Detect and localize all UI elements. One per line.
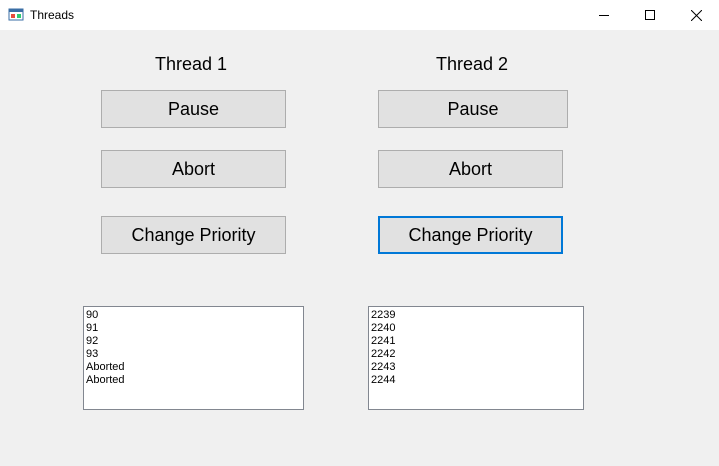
window-title: Threads xyxy=(30,8,75,22)
thread2-pause-button[interactable]: Pause xyxy=(378,90,568,128)
list-item[interactable]: 93 xyxy=(86,348,301,361)
maximize-icon xyxy=(645,10,655,20)
maximize-button[interactable] xyxy=(627,0,673,30)
list-item[interactable]: 92 xyxy=(86,335,301,348)
list-item[interactable]: 90 xyxy=(86,309,301,322)
list-item[interactable]: 2241 xyxy=(371,335,581,348)
title-bar[interactable]: Threads xyxy=(0,0,719,30)
list-item[interactable]: 2240 xyxy=(371,322,581,335)
app-icon[interactable] xyxy=(8,7,24,23)
thread1-abort-button[interactable]: Abort xyxy=(101,150,286,188)
list-item[interactable]: 2243 xyxy=(371,361,581,374)
list-item[interactable]: 2244 xyxy=(371,374,581,387)
thread2-output-list[interactable]: 2239 2240 2241 2242 2243 2244 xyxy=(368,306,584,410)
thread1-output-list[interactable]: 90 91 92 93 Aborted Aborted xyxy=(83,306,304,410)
thread2-change-priority-button[interactable]: Change Priority xyxy=(378,216,563,254)
thread1-pause-button[interactable]: Pause xyxy=(101,90,286,128)
thread1-change-priority-button[interactable]: Change Priority xyxy=(101,216,286,254)
thread2-heading: Thread 2 xyxy=(436,54,509,74)
close-icon xyxy=(690,9,702,21)
minimize-icon xyxy=(599,15,609,16)
thread2-abort-button[interactable]: Abort xyxy=(378,150,563,188)
list-item[interactable]: 2242 xyxy=(371,348,581,361)
list-item[interactable]: Aborted xyxy=(86,374,301,387)
list-item[interactable]: 91 xyxy=(86,322,301,335)
list-item[interactable]: Aborted xyxy=(86,361,301,374)
list-item[interactable]: 2239 xyxy=(371,309,581,322)
close-button[interactable] xyxy=(673,0,719,30)
minimize-button[interactable] xyxy=(581,0,627,30)
thread1-heading: Thread 1 xyxy=(155,54,228,74)
